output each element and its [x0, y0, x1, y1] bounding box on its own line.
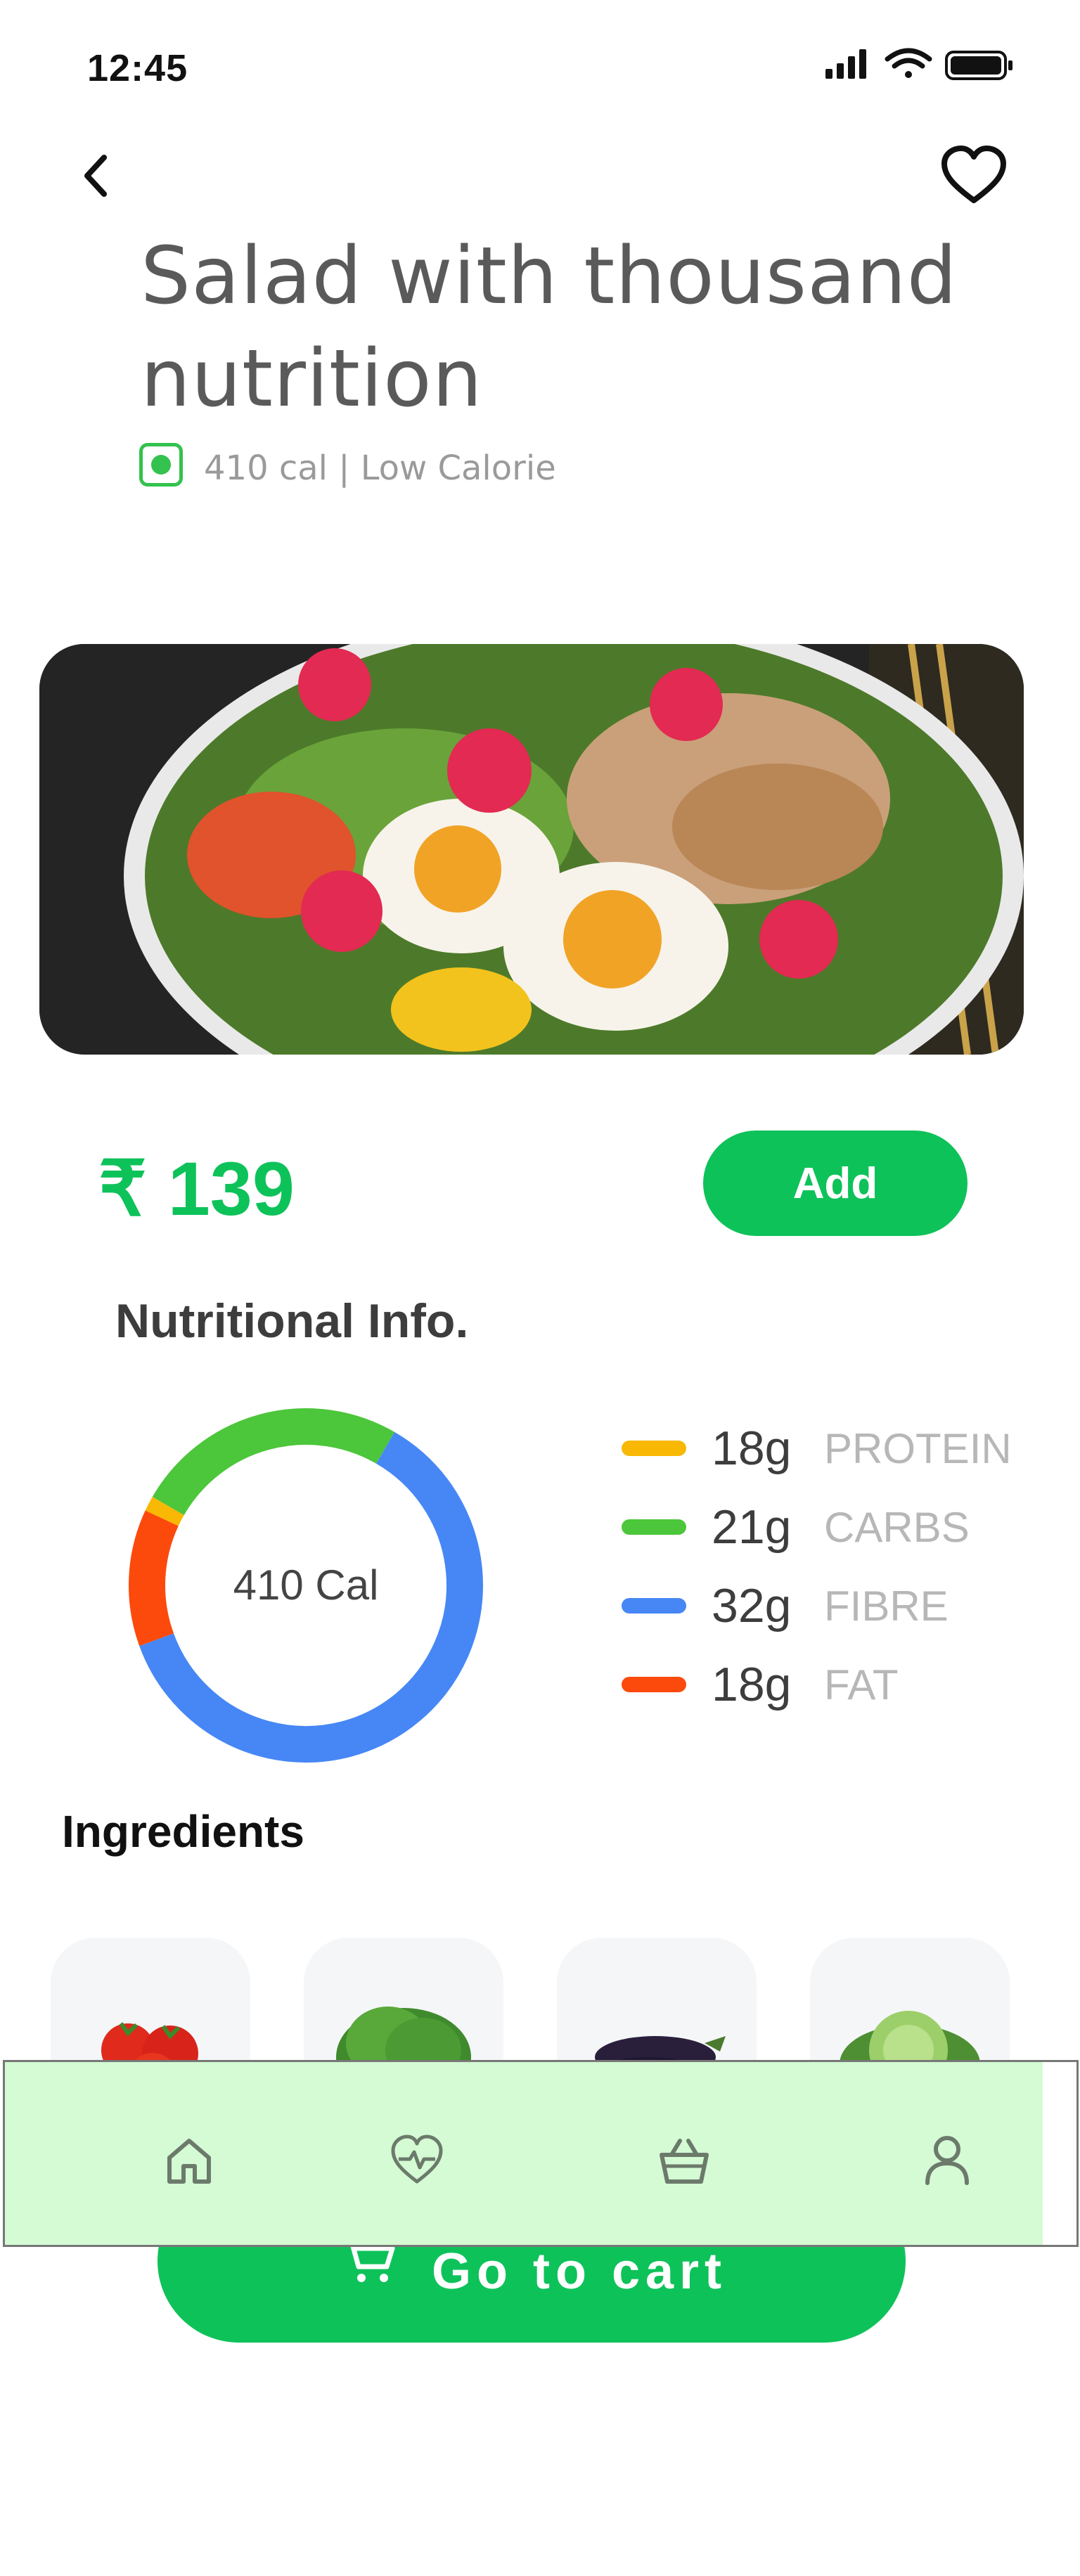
salad-bowl-illustration: [39, 644, 1024, 1055]
heart-icon: [941, 146, 1006, 203]
nav-edge: [1043, 2062, 1076, 2245]
legend-swatch: [622, 1441, 686, 1456]
legend-fat: 18g FAT: [622, 1656, 899, 1713]
home-icon[interactable]: [161, 2132, 217, 2189]
back-button[interactable]: [70, 148, 120, 204]
battery-icon: [945, 51, 1012, 80]
chevron-left-icon: [84, 155, 107, 197]
legend-protein: 18g PROTEIN: [622, 1420, 1012, 1476]
wifi-icon: [885, 48, 932, 78]
legend-amount: 21g: [712, 1500, 792, 1554]
legend-label: CARBS: [824, 1503, 970, 1551]
donut-segment-protein: [145, 1497, 184, 1526]
price: ₹ 139: [98, 1146, 295, 1231]
bottom-navigation: [3, 2060, 1079, 2247]
legend-amount: 18g: [712, 1422, 792, 1475]
donut-center-label: 410 Cal: [233, 1561, 379, 1609]
legend-swatch: [622, 1519, 686, 1535]
donut-segment-fat: [129, 1510, 179, 1647]
add-button[interactable]: Add: [703, 1131, 968, 1236]
legend-amount: 32g: [712, 1579, 792, 1632]
legend-label: FIBRE: [824, 1582, 949, 1630]
ingredients-title: Ingredients: [62, 1806, 304, 1857]
basket-icon[interactable]: [656, 2132, 712, 2189]
veg-indicator-icon: [139, 443, 183, 487]
donut-segment-carbs: [152, 1408, 394, 1516]
legend-swatch: [622, 1598, 686, 1614]
status-icons: [825, 48, 1012, 80]
nutrition-donut-chart: 410 Cal: [129, 1408, 483, 1763]
go-to-cart-label: Go to cart: [432, 2243, 728, 2300]
nutrition-title: Nutritional Info.: [115, 1294, 469, 1348]
hero-image: [39, 644, 1024, 1055]
signal-icon: [825, 49, 866, 79]
heart-pulse-icon[interactable]: [389, 2132, 445, 2189]
legend-swatch: [622, 1677, 686, 1692]
status-time: 12:45: [87, 47, 188, 89]
favorite-button[interactable]: [939, 144, 1009, 207]
profile-icon[interactable]: [919, 2132, 975, 2189]
calorie-meta: 410 cal | Low Calorie: [204, 449, 556, 488]
page-title: Salad with thousand nutrition: [141, 231, 958, 425]
legend-label: PROTEIN: [824, 1424, 1012, 1472]
legend-amount: 18g: [712, 1658, 792, 1711]
legend-label: FAT: [824, 1661, 899, 1708]
legend-carbs: 21g CARBS: [622, 1499, 970, 1555]
legend-fibre: 32g FIBRE: [622, 1578, 949, 1634]
